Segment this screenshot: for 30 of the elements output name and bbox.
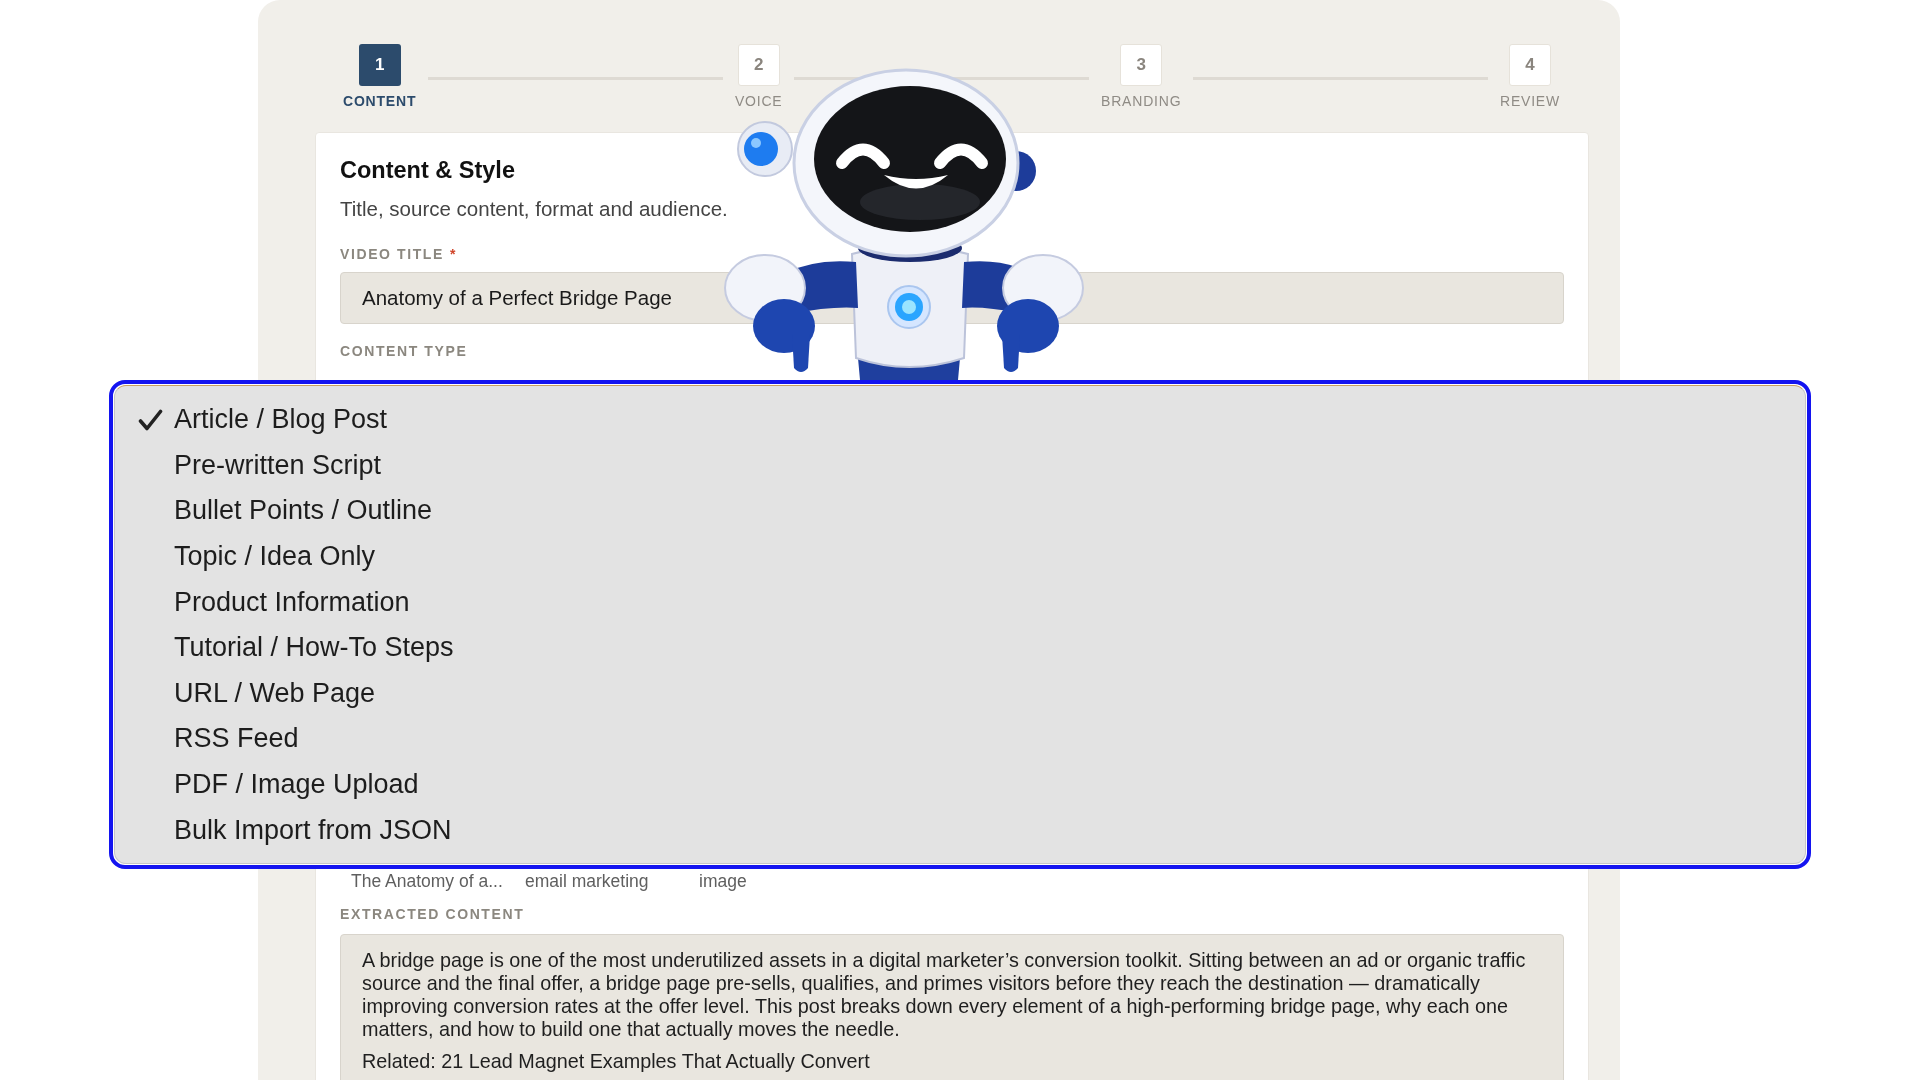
step-label: VOICE bbox=[734, 93, 783, 110]
menu-item[interactable]: Tutorial / How-To Steps bbox=[115, 624, 1805, 671]
list-cell-text: The Anatomy of a... bbox=[351, 871, 504, 891]
menu-item[interactable]: Pre-written Script bbox=[115, 442, 1805, 489]
menu-item[interactable]: RSS Feed bbox=[115, 716, 1805, 762]
step-label: BRANDING bbox=[1101, 93, 1182, 110]
content-paragraph: A bridge page is one of the most underutilized assets in a digital marketer’s conversion toolkit. Sitting between an ad or organic traffic source and the final offer, a bridge page pre-sells, qualifies, and primes visitors before they reach the destination — dramatically improving conversion rates at the offer level. This post breaks down every element of a high-performing bridge page, why each one matters, and how to build one that actually moves the needle. bbox=[362, 949, 1527, 1041]
list-cell-text: email marketing bbox=[525, 871, 650, 891]
step-label: REVIEW bbox=[1499, 93, 1560, 110]
menu-item[interactable]: PDF / Image Upload bbox=[115, 761, 1805, 808]
menu-item[interactable]: Topic / Idea Only bbox=[115, 533, 1805, 580]
card-title: Content & Style bbox=[340, 156, 516, 185]
menu-item[interactable]: Article / Blog Post bbox=[115, 397, 1805, 443]
list-cell-text: image bbox=[699, 871, 748, 891]
menu-item[interactable]: URL / Web Page bbox=[115, 670, 1805, 717]
step-indicator[interactable]: 3 bbox=[1120, 44, 1163, 86]
step-indicator[interactable]: 1 bbox=[358, 44, 401, 86]
menu-item[interactable]: Bulk Import from JSON bbox=[115, 807, 1805, 853]
field-label: EXTRACTED CONTENT bbox=[340, 906, 525, 922]
field-label: CONTENT TYPE bbox=[340, 343, 468, 359]
field-label: VIDEO TITLE bbox=[340, 246, 444, 262]
step-indicator[interactable]: 4 bbox=[1509, 44, 1551, 86]
card-subtitle: Title, source content, format and audience. bbox=[340, 196, 729, 221]
checkmark-icon bbox=[138, 408, 163, 431]
required-mark: * bbox=[449, 246, 457, 262]
step-indicator[interactable]: 2 bbox=[737, 44, 780, 86]
menu-item[interactable]: Bullet Points / Outline bbox=[115, 488, 1805, 534]
content-paragraph: Related: 21 Lead Magnet Examples That Actually Convert bbox=[362, 1050, 871, 1073]
step-label: CONTENT bbox=[343, 93, 417, 110]
menu-item[interactable]: Product Information bbox=[115, 579, 1805, 625]
